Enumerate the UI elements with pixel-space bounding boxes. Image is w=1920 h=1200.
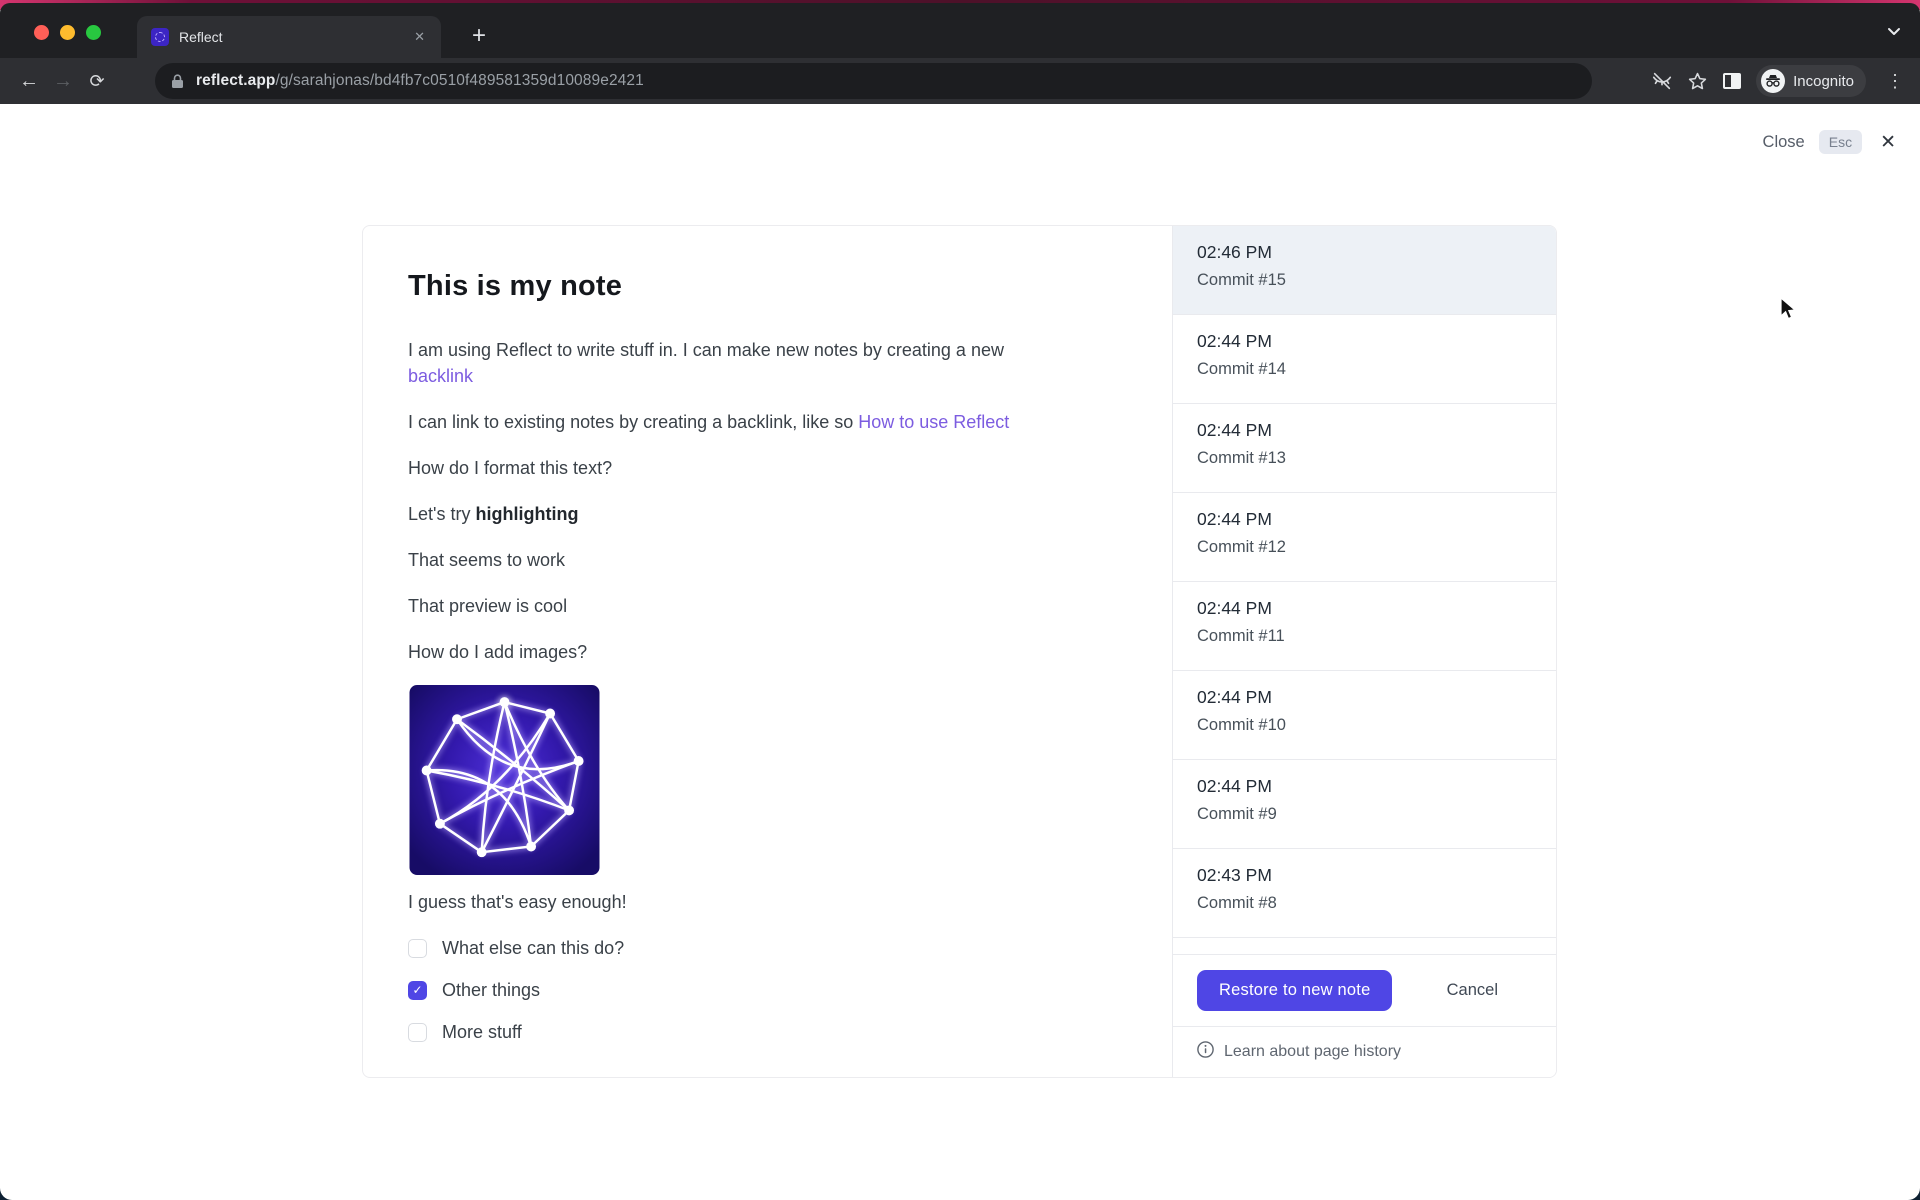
traffic-lights — [34, 25, 101, 40]
lock-icon — [171, 73, 184, 89]
commit-item[interactable]: 02:46 PM Commit #15 — [1173, 226, 1556, 315]
browser-tab[interactable]: Reflect ✕ — [137, 16, 441, 58]
toolbar-right-icons: Incognito ⋮ — [1651, 58, 1910, 104]
reload-button[interactable]: ⟳ — [80, 71, 114, 92]
commit-item[interactable]: 02:44 PM Commit #9 — [1173, 760, 1556, 849]
close-label[interactable]: Close — [1763, 133, 1805, 152]
window-corner — [1904, 1184, 1920, 1200]
browser-toolbar: ← → ⟳ reflect.app/g/sarahjonas/bd4fb7c05… — [0, 58, 1920, 104]
tab-strip: Reflect ✕ + — [0, 3, 1920, 58]
how-to-use-reflect-link[interactable]: How to use Reflect — [858, 412, 1009, 432]
note-paragraph: I guess that's easy enough! — [408, 892, 627, 912]
note-paragraph: That preview is cool — [408, 596, 568, 616]
browser-chrome: Reflect ✕ + ← → ⟳ reflect.app/g/sarahjon… — [0, 3, 1920, 104]
history-footer[interactable]: Learn about page history — [1173, 1027, 1556, 1077]
backlink-link[interactable]: backlink — [408, 366, 473, 386]
mouse-cursor — [1780, 297, 1797, 320]
window-zoom-button[interactable] — [86, 25, 101, 40]
note-paragraph-highlighted[interactable]: That seems to work — [408, 547, 1114, 573]
note-paragraph: How do I format this text? — [408, 458, 613, 478]
note-history-card: This is my note I am using Reflect to wr… — [362, 225, 1557, 1078]
note-editor[interactable]: This is my note I am using Reflect to wr… — [363, 226, 1172, 1077]
history-actions: Restore to new note Cancel — [1173, 955, 1556, 1027]
note-paragraph: How do I add images? — [408, 642, 588, 662]
checklist-item: ✓ What else can this do? — [408, 935, 1114, 961]
incognito-badge: Incognito — [1756, 65, 1866, 97]
bold-text: highlighting — [475, 504, 579, 524]
close-icon[interactable]: ✕ — [1880, 131, 1896, 154]
reflect-page: Close Esc ✕ This is my note I am using R… — [0, 104, 1920, 1200]
checklist-item: ✓ More stuff — [408, 1019, 1114, 1045]
checkbox-unchecked[interactable]: ✓ — [408, 938, 427, 958]
browser-menu-icon[interactable]: ⋮ — [1880, 71, 1910, 92]
page-history-panel: 02:46 PM Commit #15 02:44 PM Commit #14 … — [1172, 226, 1556, 1077]
cancel-button[interactable]: Cancel — [1441, 980, 1504, 1001]
checkbox-checked[interactable]: ✓ — [408, 980, 427, 1000]
reflect-favicon-icon — [151, 28, 169, 46]
new-tab-button[interactable]: + — [462, 19, 496, 53]
window-minimize-button[interactable] — [60, 25, 75, 40]
bookmark-star-icon[interactable] — [1687, 71, 1708, 92]
restore-to-new-note-button[interactable]: Restore to new note — [1197, 970, 1393, 1011]
incognito-label: Incognito — [1793, 72, 1854, 90]
note-paragraph: Let's try highlighting — [408, 504, 579, 524]
commit-item[interactable]: 02:44 PM Commit #13 — [1173, 404, 1556, 493]
checkbox-unchecked[interactable]: ✓ — [408, 1022, 427, 1042]
esc-key-badge: Esc — [1818, 130, 1863, 154]
tab-search-chevron-icon[interactable] — [1886, 23, 1902, 44]
note-title: This is my note — [408, 270, 623, 302]
tab-close-icon[interactable]: ✕ — [412, 27, 427, 47]
learn-about-page-history-link[interactable]: Learn about page history — [1224, 1043, 1401, 1061]
window-close-button[interactable] — [34, 25, 49, 40]
commit-item[interactable]: 02:44 PM Commit #10 — [1173, 671, 1556, 760]
forward-button: → — [53, 69, 73, 92]
window-corner — [0, 1184, 16, 1200]
network-graph-image[interactable] — [408, 685, 601, 875]
url-bar[interactable]: reflect.app/g/sarahjonas/bd4fb7c0510f489… — [155, 63, 1592, 99]
commit-item-partial[interactable] — [1173, 938, 1556, 955]
tab-title: Reflect — [179, 29, 223, 45]
incognito-icon — [1761, 69, 1786, 93]
url-text: reflect.app/g/sarahjonas/bd4fb7c0510f489… — [196, 72, 644, 90]
commit-item[interactable]: 02:44 PM Commit #12 — [1173, 493, 1556, 582]
info-icon — [1197, 1041, 1214, 1063]
commit-item[interactable]: 02:44 PM Commit #14 — [1173, 315, 1556, 404]
note-paragraph: I can link to existing notes by creating… — [408, 412, 1010, 432]
commit-item[interactable]: 02:44 PM Commit #11 — [1173, 582, 1556, 671]
side-panel-icon[interactable] — [1722, 72, 1742, 90]
url-domain: reflect.app — [196, 72, 276, 89]
url-path: /g/sarahjonas/bd4fb7c0510f489581359d1008… — [275, 72, 644, 89]
commit-item[interactable]: 02:43 PM Commit #8 — [1173, 849, 1556, 938]
note-paragraph: I am using Reflect to write stuff in. I … — [408, 340, 1004, 386]
eye-off-icon[interactable] — [1651, 70, 1673, 92]
note-checklist: ✓ What else can this do? ✓ Other things … — [408, 935, 1114, 1045]
checklist-item: ✓ Other things — [408, 977, 1114, 1003]
overlay-close-bar: Close Esc ✕ — [1763, 130, 1896, 154]
back-button[interactable]: ← — [12, 70, 46, 93]
